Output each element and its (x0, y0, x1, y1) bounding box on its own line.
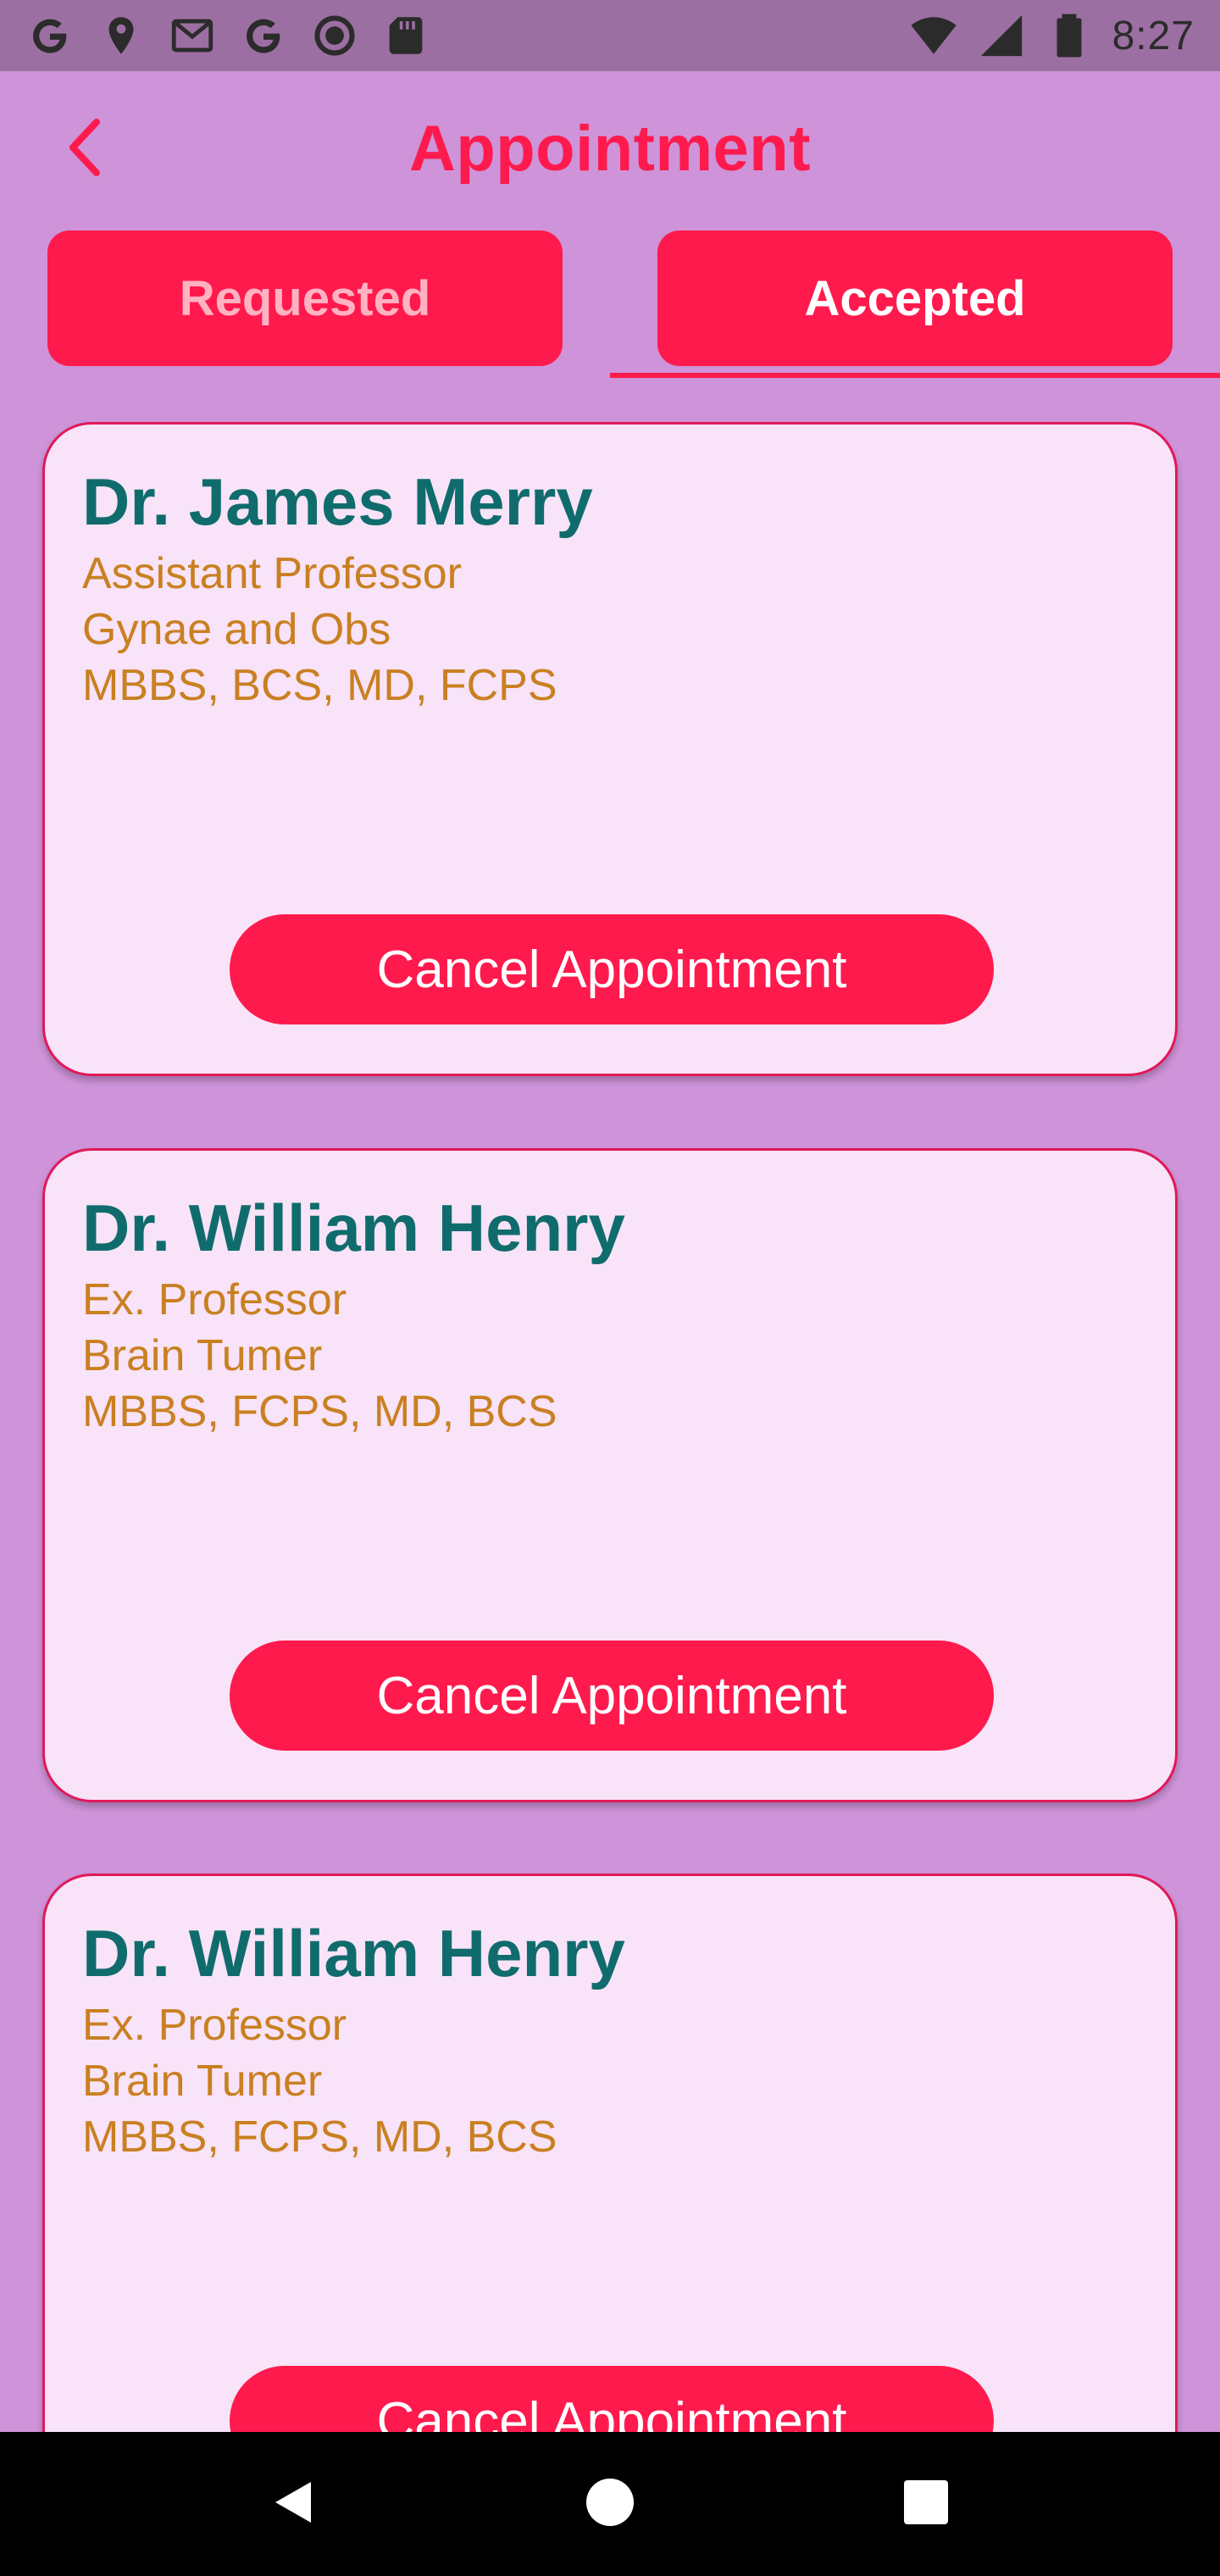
recents-square-icon (902, 2479, 950, 2530)
tab-bar: Requested Accepted (0, 225, 1220, 378)
doctor-department: Brain Tumer (82, 2057, 323, 2106)
tab-selected-indicator (610, 373, 1220, 378)
nav-recents-button[interactable] (875, 2453, 977, 2555)
battery-icon (1045, 11, 1094, 60)
status-bar: 8:27 (0, 0, 1220, 71)
appointment-card: Dr. James Merry Assistant Professor Gyna… (42, 422, 1178, 1076)
doctor-name: Dr. William Henry (82, 1916, 625, 1990)
status-right-icons: 8:27 (909, 11, 1195, 60)
doctor-degrees: MBBS, BCS, MD, FCPS (82, 661, 557, 710)
tab-requested[interactable]: Requested (47, 230, 563, 366)
doctor-degrees: MBBS, FCPS, MD, BCS (82, 1387, 557, 1436)
doctor-degrees: MBBS, FCPS, MD, BCS (82, 2112, 557, 2162)
wifi-icon (909, 11, 958, 60)
home-circle-icon (585, 2477, 635, 2532)
back-button[interactable] (51, 115, 119, 183)
cancel-appointment-button[interactable]: Cancel Appointment (230, 1641, 994, 1751)
google-icon (25, 11, 75, 60)
doctor-position: Ex. Professor (82, 2001, 347, 2050)
gmail-icon (168, 11, 217, 60)
cellular-signal-icon (977, 11, 1026, 60)
sd-card-icon (381, 11, 430, 60)
nav-home-button[interactable] (559, 2453, 661, 2555)
doctor-name: Dr. James Merry (82, 464, 593, 539)
doctor-department: Brain Tumer (82, 1331, 323, 1380)
doctor-department: Gynae and Obs (82, 605, 391, 654)
cancel-appointment-button[interactable]: Cancel Appointment (230, 914, 994, 1024)
appointment-card: Dr. William Henry Ex. Professor Brain Tu… (42, 1148, 1178, 1802)
tab-accepted[interactable]: Accepted (657, 230, 1173, 366)
system-nav-bar (0, 2432, 1220, 2576)
chevron-left-icon (59, 114, 110, 186)
location-pin-icon (97, 11, 146, 60)
status-time: 8:27 (1112, 13, 1195, 58)
doctor-position: Ex. Professor (82, 1275, 347, 1324)
doctor-position: Assistant Professor (82, 549, 462, 598)
back-triangle-icon (269, 2477, 319, 2532)
record-icon (310, 11, 359, 60)
appointment-card: Dr. William Henry Ex. Professor Brain Tu… (42, 1874, 1178, 2528)
page-title: Appointment (408, 112, 812, 185)
doctor-name: Dr. William Henry (82, 1191, 625, 1265)
status-left-icons (25, 11, 430, 60)
app-bar: Appointment (0, 71, 1220, 225)
nav-back-button[interactable] (243, 2453, 345, 2555)
google-icon (239, 11, 288, 60)
